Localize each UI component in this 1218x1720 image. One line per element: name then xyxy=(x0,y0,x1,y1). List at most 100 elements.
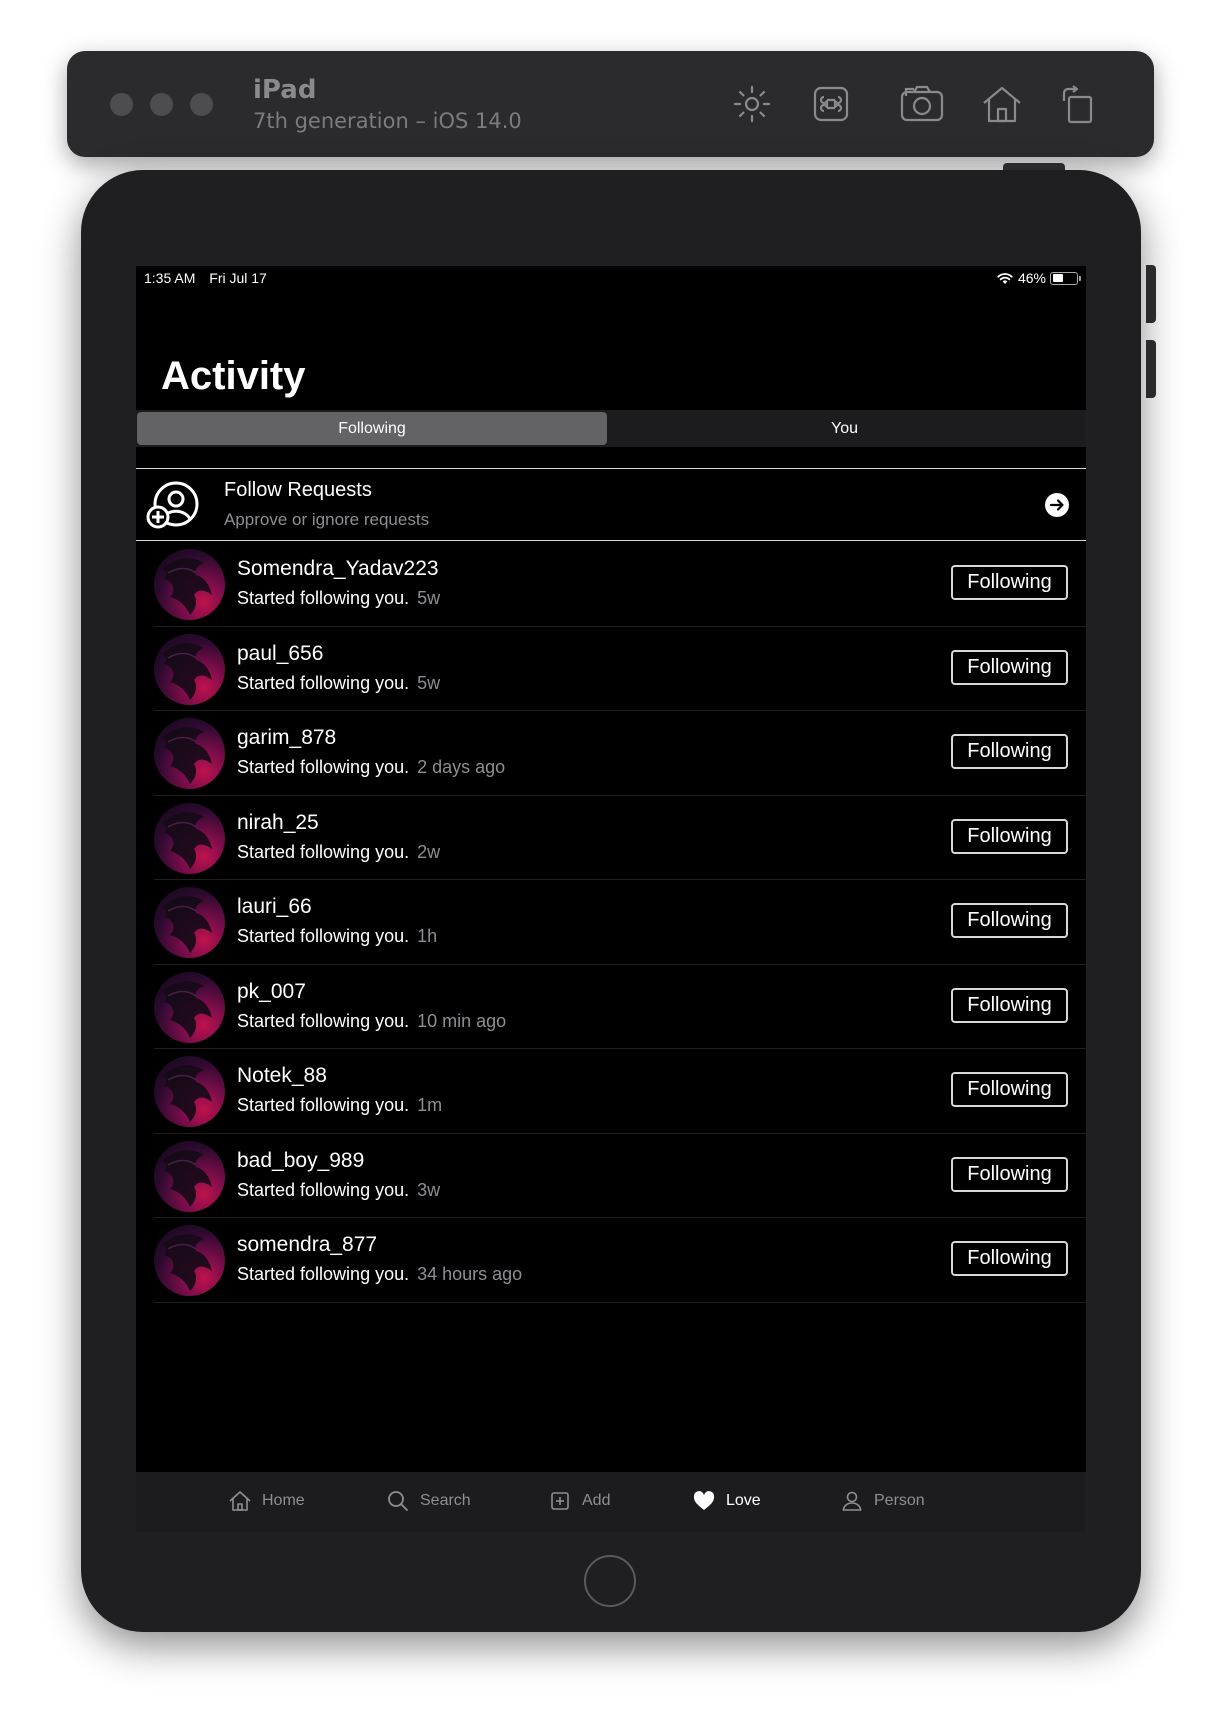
top-button[interactable] xyxy=(1003,163,1065,170)
activity-row[interactable]: lauri_66 Started following you. 1h Follow… xyxy=(154,880,1086,965)
tab-person-label: Person xyxy=(874,1492,925,1509)
avatar[interactable] xyxy=(154,1140,225,1212)
activity-text: Started following you. 5w xyxy=(237,588,441,608)
status-date: Fri Jul 17 xyxy=(209,270,267,286)
activity-row[interactable]: pk_007 Started following you. 10 min ago … xyxy=(154,965,1086,1049)
volume-up-button[interactable] xyxy=(1146,265,1156,323)
heart-icon xyxy=(693,1491,715,1510)
avatar[interactable] xyxy=(154,887,225,958)
tab-add[interactable]: Add xyxy=(548,1489,610,1513)
activity-text: Started following you. 2w xyxy=(237,841,441,862)
follow-requests-title: Follow Requests xyxy=(224,479,372,501)
segment-following[interactable]: Following xyxy=(137,412,607,445)
following-button[interactable]: Following xyxy=(951,903,1068,938)
activity-time: 2 days ago xyxy=(417,757,506,777)
command-icon[interactable] xyxy=(808,81,854,127)
activity-row[interactable]: garim_878 Started following you. 2 days a… xyxy=(154,711,1086,796)
activity-time: 10 min ago xyxy=(417,1010,507,1031)
activity-text: Started following you. 2 days ago xyxy=(237,757,506,777)
activity-row[interactable]: Somendra_Yadav223 Started following you.… xyxy=(154,542,1086,627)
battery-level xyxy=(1052,274,1064,282)
avatar[interactable] xyxy=(154,1225,225,1296)
home-icon[interactable] xyxy=(979,81,1025,127)
tab-search-label: Search xyxy=(420,1492,471,1509)
simulator-toolbar: iPad 7th generation – iOS 14.0 xyxy=(67,51,1154,157)
activity-text: Started following you. 34 hours ago xyxy=(237,1264,523,1284)
activity-row[interactable]: Notek_88 Started following you. 1m Follow… xyxy=(154,1049,1086,1134)
add-person-icon xyxy=(146,480,200,532)
username[interactable]: pk_007 xyxy=(237,980,306,1004)
activity-row[interactable]: somendra_877 Started following you. 34 ho… xyxy=(154,1218,1086,1303)
house-icon xyxy=(229,1491,251,1511)
activity-text: Started following you. 1h xyxy=(237,926,438,946)
minimize-window-button[interactable] xyxy=(150,93,173,116)
tab-home[interactable]: Home xyxy=(228,1489,305,1513)
battery-percent: 46% xyxy=(1017,270,1046,286)
activity-row[interactable]: bad_boy_989 Started following you. 3w Fol… xyxy=(154,1134,1086,1218)
follow-requests-subtitle: Approve or ignore requests xyxy=(224,510,430,529)
username[interactable]: somendra_877 xyxy=(237,1233,377,1257)
activity-list: Somendra_Yadav223 Started following you.… xyxy=(154,542,1086,1303)
screen: 1:35 AM Fri Jul 17 46% Activity Followin… xyxy=(136,266,1086,1532)
home-button[interactable] xyxy=(584,1555,636,1607)
page-title: Activity xyxy=(161,354,306,398)
following-button[interactable]: Following xyxy=(951,565,1068,600)
avatar[interactable] xyxy=(154,633,225,705)
activity-time: 5w xyxy=(417,588,441,608)
activity-text: Started following you. 10 min ago xyxy=(237,1010,507,1031)
username[interactable]: nirah_25 xyxy=(237,811,319,835)
simulator-device-name: iPad xyxy=(253,75,317,105)
activity-time: 34 hours ago xyxy=(417,1264,523,1284)
following-button[interactable]: Following xyxy=(951,987,1068,1023)
activity-text: Started following you. 1m xyxy=(237,1095,443,1115)
username[interactable]: Notek_88 xyxy=(237,1064,327,1088)
wifi-icon xyxy=(997,273,1013,284)
tab-love[interactable]: Love xyxy=(692,1489,761,1513)
username[interactable]: garim_878 xyxy=(237,726,336,750)
following-button[interactable]: Following xyxy=(951,1241,1068,1276)
battery-icon xyxy=(1050,271,1081,285)
username[interactable]: bad_boy_989 xyxy=(237,1149,364,1173)
arrow-right-circle-icon[interactable] xyxy=(1044,492,1070,518)
activity-time: 3w xyxy=(417,1179,441,1200)
status-time: 1:35 AM xyxy=(144,270,196,286)
tab-search[interactable]: Search xyxy=(386,1489,471,1513)
following-button[interactable]: Following xyxy=(951,734,1068,769)
following-button[interactable]: Following xyxy=(951,1072,1068,1107)
following-button[interactable]: Following xyxy=(951,1156,1068,1192)
zoom-window-button[interactable] xyxy=(190,93,213,116)
follow-requests-row[interactable]: Follow Requests Approve or ignore reques… xyxy=(136,468,1086,541)
avatar[interactable] xyxy=(154,1056,225,1127)
brightness-icon[interactable] xyxy=(729,81,775,127)
status-bar-left: 1:35 AM Fri Jul 17 xyxy=(144,270,277,286)
plus-square-icon xyxy=(551,1492,569,1510)
username[interactable]: paul_656 xyxy=(237,642,323,666)
following-button[interactable]: Following xyxy=(951,818,1068,854)
rotate-icon[interactable] xyxy=(1055,81,1101,127)
activity-time: 2w xyxy=(417,841,441,862)
tab-bar: Home Search Add Love Person xyxy=(136,1472,1086,1532)
avatar[interactable] xyxy=(154,971,225,1043)
avatar[interactable] xyxy=(154,549,225,620)
activity-row[interactable]: paul_656 Started following you. 5w Follow… xyxy=(154,627,1086,711)
activity-row[interactable]: nirah_25 Started following you. 2w Follow… xyxy=(154,796,1086,880)
avatar[interactable] xyxy=(154,802,225,874)
username[interactable]: lauri_66 xyxy=(237,895,312,919)
segment-you[interactable]: You xyxy=(607,410,1082,447)
activity-time: 1m xyxy=(417,1095,443,1115)
activity-segmented-control: Following You xyxy=(136,410,1086,447)
avatar[interactable] xyxy=(154,718,225,789)
volume-down-button[interactable] xyxy=(1146,340,1156,398)
status-bar-right: 46% xyxy=(996,270,1081,286)
following-button[interactable]: Following xyxy=(951,649,1068,685)
activity-time: 5w xyxy=(417,672,441,693)
username[interactable]: Somendra_Yadav223 xyxy=(237,557,439,581)
screenshot-icon[interactable] xyxy=(897,81,947,127)
person-icon xyxy=(842,1491,862,1511)
close-window-button[interactable] xyxy=(110,93,133,116)
ipad-device: 1:35 AM Fri Jul 17 46% Activity Followin… xyxy=(81,163,1156,1632)
tab-person[interactable]: Person xyxy=(840,1489,925,1513)
activity-time: 1h xyxy=(417,926,438,946)
activity-text: Started following you. 5w xyxy=(237,672,441,693)
tab-add-label: Add xyxy=(582,1492,611,1509)
